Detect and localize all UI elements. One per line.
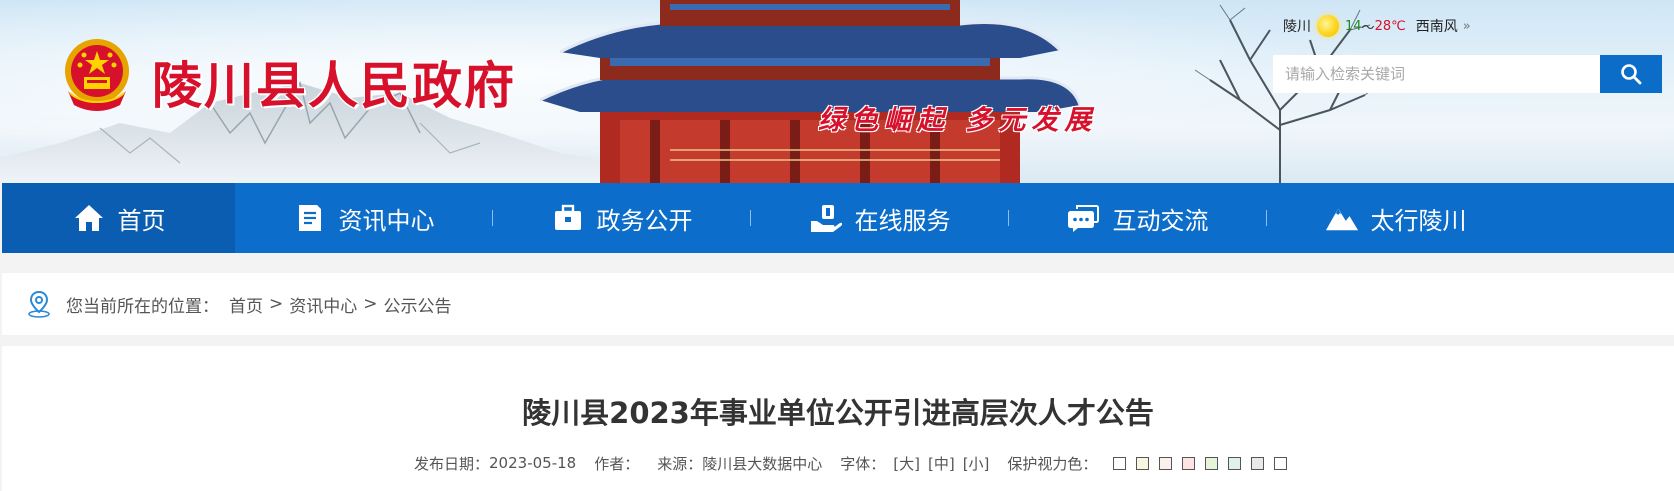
- eye-care-swatch-6[interactable]: [1228, 456, 1242, 470]
- temple-illustration: [540, 0, 1080, 183]
- eye-care-swatch-1[interactable]: [1113, 456, 1127, 470]
- eye-care-label: 保护视力色：: [1007, 454, 1098, 473]
- date-label: 发布日期：: [414, 454, 490, 473]
- nav-item-interaction[interactable]: 互动交流: [1009, 183, 1266, 253]
- nav-item-online-service[interactable]: 在线服务: [751, 183, 1008, 253]
- breadcrumb-prefix: 您当前所在的位置：: [66, 296, 219, 317]
- header-banner: 陵川县人民政府 绿色崛起 多元发展 陵川 14 ～ 28℃ 西南风 »: [0, 0, 1674, 183]
- publish-date: 2023-05-18: [489, 454, 577, 472]
- source-value: 陵川县大数据中心: [702, 454, 823, 473]
- eye-care-swatch-7[interactable]: [1251, 456, 1265, 470]
- slogan: 绿色崛起 多元发展: [818, 105, 1098, 136]
- service-hand-icon: [809, 201, 843, 235]
- breadcrumb-separator: >: [269, 294, 284, 314]
- search-button[interactable]: [1600, 55, 1662, 93]
- font-size-label: 字体：: [840, 454, 886, 473]
- eye-care-color-swatches: [1103, 456, 1288, 470]
- temp-low: 14: [1345, 18, 1362, 34]
- nav-label: 在线服务: [854, 206, 951, 235]
- nav-label: 互动交流: [1112, 206, 1209, 235]
- nav-item-news[interactable]: 资讯中心: [235, 183, 492, 253]
- eye-care-swatch-5[interactable]: [1205, 456, 1219, 470]
- search-bar: [1273, 55, 1662, 93]
- eye-care-swatch-8[interactable]: [1274, 456, 1288, 470]
- eye-care-swatch-2[interactable]: [1136, 456, 1150, 470]
- national-emblem-icon: [65, 39, 129, 111]
- breadcrumb: 您当前所在的位置： 首页 > 资讯中心 > 公示公告: [2, 273, 1674, 335]
- breadcrumb-home[interactable]: 首页: [229, 292, 263, 317]
- nav-item-gov-affairs[interactable]: 政务公开: [493, 183, 750, 253]
- weather-widget: 陵川 14 ～ 28℃ 西南风 »: [1283, 14, 1471, 38]
- breadcrumb-news[interactable]: 资讯中心: [289, 292, 357, 317]
- location-pin-icon: [28, 290, 50, 318]
- breadcrumb-separator: >: [363, 294, 378, 314]
- double-chevron-right-icon[interactable]: »: [1463, 19, 1471, 34]
- document-icon: [293, 201, 327, 235]
- nav-label: 政务公开: [596, 206, 693, 235]
- temp-separator: ～: [1361, 20, 1375, 36]
- nav-item-taihang-lingchuan[interactable]: 太行陵川: [1267, 183, 1524, 253]
- briefcase-icon: [551, 201, 585, 235]
- article-meta: 发布日期： 2023-05-18 作者： 来源： 陵川县大数据中心 字体： [大…: [414, 453, 1288, 474]
- search-input[interactable]: [1273, 55, 1600, 93]
- home-icon: [72, 201, 106, 235]
- breadcrumb-notices[interactable]: 公示公告: [384, 292, 452, 317]
- search-icon: [1621, 64, 1642, 85]
- article-title: 陵川县2023年事业单位公开引进高层次人才公告: [522, 396, 1154, 430]
- temp-high: 28℃: [1374, 18, 1406, 34]
- nav-label: 太行陵川: [1370, 206, 1467, 235]
- font-size-large-button[interactable]: [大]: [893, 453, 920, 474]
- nav-label: 资讯中心: [338, 206, 435, 235]
- nav-label: 首页: [117, 206, 166, 235]
- eye-care-swatch-3[interactable]: [1159, 456, 1173, 470]
- eye-care-swatch-4[interactable]: [1182, 456, 1196, 470]
- nav-item-home[interactable]: 首页: [2, 183, 235, 253]
- sun-icon: [1317, 15, 1339, 37]
- weather-wind: 西南风: [1415, 19, 1458, 35]
- weather-city: 陵川: [1283, 19, 1311, 35]
- mountain-icon: [1325, 201, 1359, 235]
- chat-bubble-icon: [1067, 201, 1101, 235]
- font-size-medium-button[interactable]: [中]: [928, 453, 955, 474]
- main-nav: 首页 资讯中心 政务公开 在线服务 互动交流 太行陵川: [2, 183, 1674, 253]
- font-size-small-button[interactable]: [小]: [963, 453, 990, 474]
- source-label: 来源：: [657, 454, 703, 473]
- article-panel: 陵川县2023年事业单位公开引进高层次人才公告 发布日期： 2023-05-18…: [2, 346, 1674, 491]
- site-title: 陵川县人民政府: [152, 56, 516, 115]
- author-label: 作者：: [594, 454, 640, 473]
